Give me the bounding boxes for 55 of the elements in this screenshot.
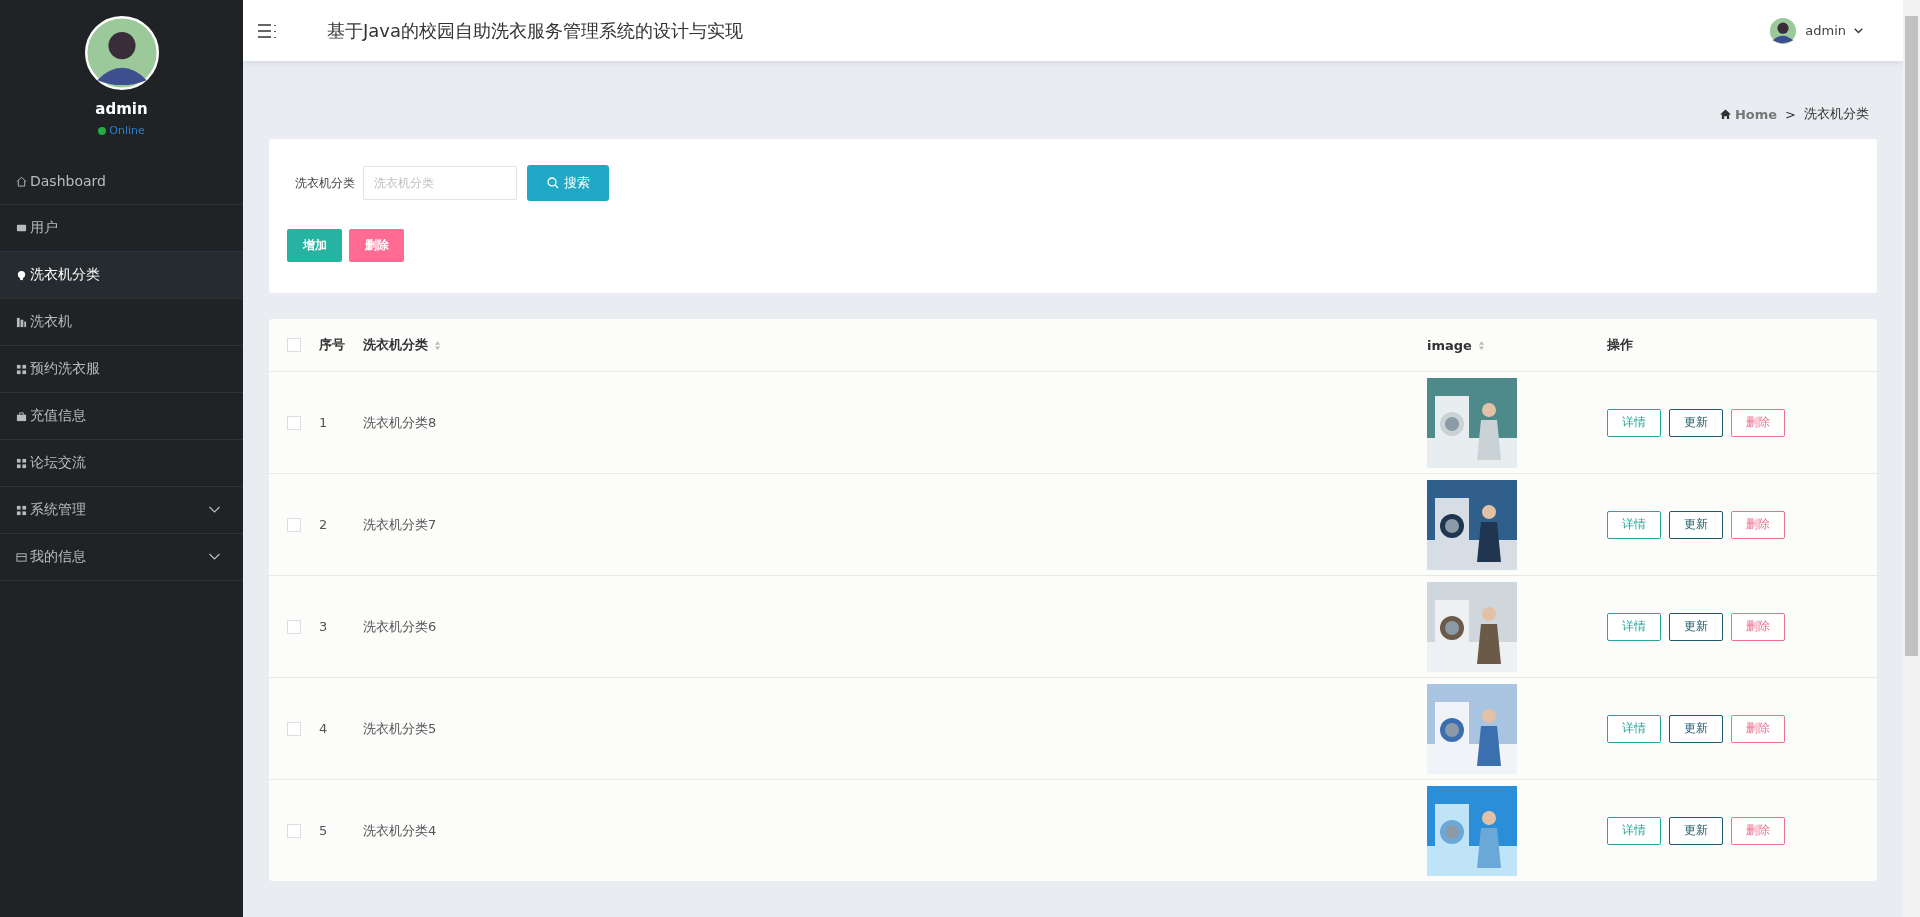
bag-icon: [16, 410, 27, 422]
checkbox[interactable]: [287, 721, 301, 736]
table-cell: 1: [319, 415, 328, 430]
column-header: image: [1427, 337, 1472, 353]
online-status: Online: [98, 124, 145, 137]
nav-item[interactable]: 洗衣机分类: [0, 252, 243, 299]
user-menu[interactable]: admin: [1805, 23, 1846, 38]
table-cell: 洗衣机分类5: [363, 719, 437, 738]
grid-icon: [16, 363, 27, 375]
chevron-down-icon: [208, 553, 221, 561]
card-icon: [16, 222, 27, 234]
search-icon: [546, 177, 559, 189]
breadcrumb-current: 洗衣机分类: [1804, 105, 1869, 123]
checkbox[interactable]: [287, 823, 301, 838]
update-button[interactable]: 更新: [1669, 510, 1723, 539]
search-field[interactable]: 洗衣机分类: [363, 166, 517, 200]
home-icon: [16, 175, 27, 187]
app-title: 基于Java的校园自助洗衣服务管理系统的设计与实现: [327, 18, 745, 43]
update-button[interactable]: 更新: [1669, 816, 1723, 845]
chevron-down-icon: [208, 506, 221, 514]
scrollbar[interactable]: [1903, 0, 1920, 917]
chart-icon: [16, 316, 27, 328]
update-button[interactable]: 更新: [1669, 714, 1723, 743]
user-name: admin: [95, 100, 148, 118]
table-cell: 洗衣机分类6: [363, 617, 437, 636]
sort-icon[interactable]: [434, 339, 441, 351]
grid-icon: [16, 504, 27, 516]
table-cell: 2: [319, 517, 328, 532]
chevron-down-icon[interactable]: [1854, 27, 1863, 34]
breadcrumb-separator: >: [1785, 106, 1796, 122]
table-cell: 洗衣机分类4: [363, 821, 437, 840]
menu-icon[interactable]: [257, 22, 277, 39]
avatar-icon[interactable]: [1769, 16, 1798, 45]
grid-icon: [16, 457, 27, 469]
update-button[interactable]: 更新: [1669, 408, 1723, 437]
table-cell: 3: [319, 619, 328, 634]
home-icon: [1719, 109, 1731, 119]
checkbox[interactable]: [287, 415, 301, 430]
search-label: 洗衣机分类: [295, 174, 355, 192]
column-header: 操作: [1607, 336, 1633, 354]
table-cell: 5: [319, 823, 328, 838]
table-cell: 4: [319, 721, 328, 736]
sort-icon[interactable]: [1477, 339, 1485, 351]
table-cell: 洗衣机分类7: [363, 515, 437, 534]
table-cell: 洗衣机分类8: [363, 413, 437, 432]
breadcrumb-link[interactable]: Home: [1734, 106, 1778, 122]
update-button[interactable]: 更新: [1669, 612, 1723, 641]
column-header: 序号: [319, 337, 345, 352]
checkbox[interactable]: [287, 338, 301, 352]
wallet-icon: [16, 551, 27, 563]
avatar-icon: [84, 16, 159, 90]
checkbox[interactable]: [287, 517, 301, 532]
checkbox[interactable]: [287, 619, 301, 634]
bulb-icon: [16, 269, 27, 281]
column-header: 洗衣机分类: [363, 336, 428, 354]
